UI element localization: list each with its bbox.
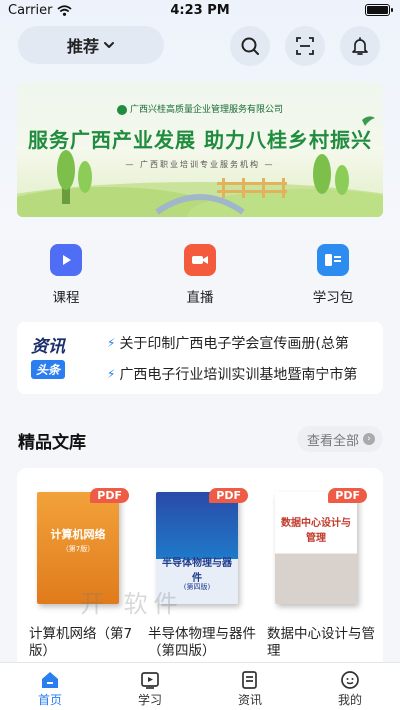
- live-camera-icon: [184, 244, 216, 276]
- bell-icon: [352, 37, 368, 55]
- news-logo-top: 资讯: [31, 337, 65, 357]
- book-cover-title: 半导体物理与器件: [162, 558, 232, 584]
- book-item[interactable]: 半导体物理与器件 (第四版) PDF 半导体物理与器件（第四版）: [148, 488, 256, 660]
- pdf-badge: PDF: [90, 488, 129, 503]
- news-item-text: 广西电子行业培训实训基地暨南宁市第: [119, 367, 358, 383]
- notification-button[interactable]: [340, 26, 380, 66]
- chevron-down-icon: [104, 42, 114, 48]
- pdf-badge: PDF: [328, 488, 367, 503]
- banner-org-name: 广西兴桂高质量企业管理服务有限公司: [129, 105, 283, 115]
- tab-news[interactable]: 资讯: [200, 663, 300, 710]
- news-doc-icon: [200, 669, 300, 691]
- news-item-text: 关于印制广西电子学会宣传画册(总第: [119, 336, 349, 352]
- quick-nav-label: 课程: [52, 290, 80, 306]
- book-title: 半导体物理与器件（第四版）: [148, 626, 256, 659]
- tab-label: 资讯: [237, 693, 262, 707]
- news-card: 资讯 头条 ⚡ 关于印制广西电子学会宣传画册(总第 ⚡ 广西电子行业培训实训基地…: [17, 322, 383, 394]
- tab-label: 我的: [337, 693, 362, 707]
- recommend-dropdown[interactable]: 推荐: [18, 26, 164, 64]
- org-logo-icon: [116, 104, 127, 115]
- book-cover-title: 计算机网络: [50, 528, 106, 541]
- quick-nav: 课程 直播 学习包: [0, 240, 400, 310]
- watermark: 开 软件: [80, 590, 184, 618]
- book-cover: 数据中心设计与管理: [275, 492, 357, 604]
- bolt-icon: ⚡: [107, 336, 116, 350]
- tab-profile[interactable]: 我的: [300, 663, 400, 710]
- home-icon: [0, 669, 100, 691]
- book-item[interactable]: 数据中心设计与管理 PDF 数据中心设计与管理: [267, 488, 375, 660]
- book-cover-edition: （第7版）: [61, 545, 95, 553]
- library-section-title: 精品文库: [18, 433, 86, 453]
- quick-nav-live[interactable]: 直播: [155, 240, 245, 306]
- tab-label: 首页: [37, 693, 62, 707]
- header: 推荐: [0, 26, 400, 66]
- profile-face-icon: [300, 669, 400, 691]
- news-logo-bottom: 头条: [31, 360, 66, 379]
- tab-study[interactable]: 学习: [100, 663, 200, 710]
- see-all-label: 查看全部: [306, 433, 359, 449]
- banner-org: 广西兴桂高质量企业管理服务有限公司: [17, 102, 383, 115]
- clock: 4:23 PM: [170, 3, 230, 18]
- chevron-right-icon: ›: [363, 433, 375, 445]
- library-card: 计算机网络 （第7版） PDF 计算机网络（第7版） 半导体物理与器件 (第四版…: [17, 468, 383, 668]
- book-title: 数据中心设计与管理: [267, 626, 375, 659]
- study-play-icon: [100, 669, 200, 691]
- recommend-label: 推荐: [66, 37, 99, 56]
- banner-slogan: 服务广西产业发展 助力八桂乡村振兴: [28, 128, 372, 152]
- pdf-badge: PDF: [209, 488, 248, 503]
- battery-icon: [365, 4, 393, 16]
- promo-banner[interactable]: 广西兴桂高质量企业管理服务有限公司 服务广西产业发展 助力八桂乡村振兴 — 广西…: [17, 82, 383, 217]
- see-all-button[interactable]: 查看全部 ›: [296, 426, 383, 452]
- news-item[interactable]: ⚡ 关于印制广西电子学会宣传画册(总第: [107, 332, 377, 354]
- book-cover-title: 数据中心设计与管理: [281, 518, 351, 544]
- banner-subtitle: — 广西职业培训专业服务机构 —: [125, 160, 275, 169]
- quick-nav-study-pack[interactable]: 学习包: [288, 240, 378, 306]
- quick-nav-courses[interactable]: 课程: [21, 240, 111, 306]
- news-logo: 资讯 头条: [31, 332, 93, 384]
- scan-icon: [296, 37, 314, 55]
- search-icon: [241, 37, 259, 55]
- bolt-icon: ⚡: [107, 367, 116, 381]
- quick-nav-label: 直播: [186, 290, 214, 306]
- book-title: 计算机网络（第7版）: [29, 626, 133, 659]
- search-button[interactable]: [230, 26, 270, 66]
- play-icon: [50, 244, 82, 276]
- study-pack-icon: [317, 244, 349, 276]
- status-bar: Carrier 4:23 PM: [0, 0, 400, 22]
- scan-button[interactable]: [285, 26, 325, 66]
- quick-nav-label: 学习包: [312, 290, 354, 306]
- tab-bar: 首页 学习 资讯 我的: [0, 662, 400, 710]
- tab-label: 学习: [137, 693, 162, 707]
- news-item[interactable]: ⚡ 广西电子行业培训实训基地暨南宁市第: [107, 363, 377, 385]
- tab-home[interactable]: 首页: [0, 663, 100, 710]
- book-item[interactable]: 计算机网络 （第7版） PDF 计算机网络（第7版）: [29, 488, 137, 660]
